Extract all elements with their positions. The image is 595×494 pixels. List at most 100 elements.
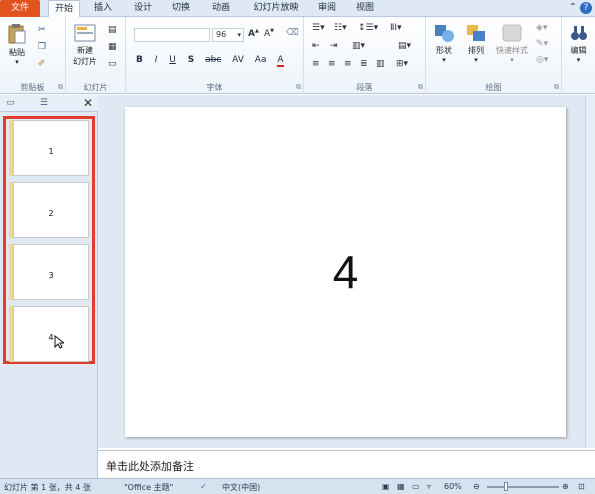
zoom-slider-thumb[interactable] bbox=[504, 482, 508, 491]
bold-button[interactable]: B bbox=[136, 55, 143, 65]
slide-thumbnail-4[interactable]: 4 bbox=[13, 306, 89, 362]
shadow-button[interactable]: S bbox=[188, 55, 194, 65]
zoom-level[interactable]: 60% bbox=[444, 482, 462, 491]
slide-thumbnail-1[interactable]: 1 bbox=[13, 120, 89, 176]
arrange-label: 排列 bbox=[468, 46, 484, 55]
shapes-button[interactable]: 形状 ▾ bbox=[430, 23, 458, 64]
quick-styles-dropdown-icon[interactable]: ▾ bbox=[492, 56, 532, 64]
minimize-ribbon-icon[interactable]: ⌃ bbox=[569, 2, 577, 13]
vertical-scrollbar[interactable] bbox=[585, 95, 595, 448]
current-slide[interactable]: 4 bbox=[125, 107, 566, 437]
new-slide-label-line2: 幻灯片 bbox=[73, 57, 97, 66]
language-status[interactable]: 中文(中国) bbox=[222, 482, 260, 493]
tab-view[interactable]: 视图 bbox=[350, 0, 380, 17]
clipboard-launcher-icon[interactable]: ⧉ bbox=[58, 83, 63, 92]
shapes-icon bbox=[435, 25, 454, 42]
justify-icon[interactable]: ≣ bbox=[360, 59, 368, 69]
tab-design[interactable]: 设计 bbox=[128, 0, 158, 17]
tab-review[interactable]: 审阅 bbox=[312, 0, 342, 17]
notes-pane[interactable]: 单击此处添加备注 bbox=[98, 450, 595, 478]
zoom-slider-track[interactable] bbox=[487, 486, 559, 488]
distribute-icon[interactable]: ▥ bbox=[376, 59, 385, 69]
editing-button[interactable]: 编辑 ▾ bbox=[564, 23, 593, 64]
slide-content-text[interactable]: 4 bbox=[125, 245, 566, 299]
format-painter-icon[interactable]: ✐ bbox=[38, 59, 46, 69]
shapes-dropdown-icon[interactable]: ▾ bbox=[430, 56, 458, 64]
align-right-icon[interactable]: ≡ bbox=[344, 59, 352, 69]
strikethrough-button[interactable]: abc bbox=[205, 55, 221, 65]
paste-dropdown-icon[interactable]: ▾ bbox=[4, 58, 30, 66]
shrink-font-icon[interactable]: A▼ bbox=[264, 28, 274, 39]
tab-file[interactable]: 文件 bbox=[0, 0, 40, 17]
mouse-cursor-icon bbox=[54, 335, 64, 349]
char-spacing-button[interactable]: AV bbox=[232, 55, 244, 65]
align-text-icon[interactable]: ▤▾ bbox=[398, 41, 411, 51]
pane-close-icon[interactable]: ✕ bbox=[83, 96, 93, 110]
font-size-value: 96 bbox=[216, 30, 227, 39]
smartart-icon[interactable]: ⊞▾ bbox=[396, 59, 408, 69]
new-slide-button[interactable]: 新建 幻灯片 bbox=[68, 23, 102, 67]
shape-fill-icon[interactable]: ◈▾ bbox=[536, 23, 547, 33]
slide-workspace: 4 bbox=[98, 95, 595, 448]
quick-styles-button[interactable]: 快速样式 ▾ bbox=[492, 23, 532, 64]
copy-icon[interactable]: ❐ bbox=[38, 42, 46, 52]
section-icon[interactable]: ▭ bbox=[108, 59, 117, 69]
clipboard-group-label: 剪贴板 bbox=[20, 83, 45, 92]
ribbon-tab-bar: 文件 开始 插入 设计 切换 动画 幻灯片放映 审阅 视图 ⌃ ? bbox=[0, 0, 595, 18]
tab-slideshow[interactable]: 幻灯片放映 bbox=[246, 0, 306, 17]
clear-format-icon[interactable]: ⌫ bbox=[286, 28, 299, 38]
arrange-button[interactable]: 排列 ▾ bbox=[462, 23, 490, 64]
thumbnail-number: 3 bbox=[48, 271, 54, 280]
change-case-button[interactable]: Aa bbox=[255, 55, 267, 65]
font-color-button[interactable]: A bbox=[277, 55, 284, 67]
tab-animations[interactable]: 动画 bbox=[205, 0, 237, 17]
tab-insert[interactable]: 插入 bbox=[88, 0, 118, 17]
binoculars-icon bbox=[570, 26, 587, 40]
underline-button[interactable]: U bbox=[169, 55, 176, 65]
normal-view-icon[interactable]: ▣ bbox=[382, 482, 390, 491]
paste-button[interactable]: 粘贴 ▾ bbox=[4, 23, 30, 66]
slide-thumbnail-3[interactable]: 3 bbox=[13, 244, 89, 300]
align-left-icon[interactable]: ≡ bbox=[312, 59, 320, 69]
fit-to-window-icon[interactable]: ⊡ bbox=[578, 482, 585, 491]
line-spacing-icon[interactable]: ↕☰▾ bbox=[358, 23, 378, 33]
theme-status[interactable]: "Office 主题" bbox=[124, 482, 173, 493]
tab-transitions[interactable]: 切换 bbox=[166, 0, 196, 17]
outline-tab-icon[interactable]: ☰ bbox=[40, 98, 48, 108]
bullets-icon[interactable]: ☰▾ bbox=[312, 23, 325, 33]
slides-tab-icon[interactable]: ▭ bbox=[6, 98, 15, 108]
slides-group-label: 幻灯片 bbox=[83, 83, 108, 92]
decrease-indent-icon[interactable]: ⇤ bbox=[312, 41, 320, 51]
columns-icon[interactable]: ▥▾ bbox=[352, 41, 365, 51]
editing-dropdown-icon[interactable]: ▾ bbox=[564, 56, 593, 64]
tab-home[interactable]: 开始 bbox=[48, 0, 80, 18]
arrange-dropdown-icon[interactable]: ▾ bbox=[462, 56, 490, 64]
italic-button[interactable]: I bbox=[155, 55, 158, 65]
align-center-icon[interactable]: ≡ bbox=[328, 59, 336, 69]
grow-font-icon[interactable]: A▲ bbox=[248, 28, 259, 39]
reading-view-icon[interactable]: ▭ bbox=[412, 482, 420, 491]
font-launcher-icon[interactable]: ⧉ bbox=[296, 83, 301, 92]
zoom-in-icon[interactable]: ⊕ bbox=[562, 482, 569, 491]
paragraph-launcher-icon[interactable]: ⧉ bbox=[418, 83, 423, 92]
shape-outline-icon[interactable]: ✎▾ bbox=[536, 39, 548, 49]
layout-icon[interactable]: ▤ bbox=[108, 25, 117, 35]
drawing-launcher-icon[interactable]: ⧉ bbox=[554, 83, 559, 92]
reset-icon[interactable]: ▦ bbox=[108, 42, 117, 52]
shape-effects-icon[interactable]: ◎▾ bbox=[536, 55, 548, 65]
numbering-icon[interactable]: ☷▾ bbox=[334, 23, 347, 33]
text-direction-icon[interactable]: ⅡⅠ▾ bbox=[390, 23, 402, 33]
font-size-dropdown-icon[interactable]: ▾ bbox=[237, 29, 241, 41]
slide-sorter-icon[interactable]: ▦ bbox=[397, 482, 405, 491]
new-slide-label-line1: 新建 bbox=[77, 46, 93, 55]
slide-thumbnail-2[interactable]: 2 bbox=[13, 182, 89, 238]
cut-icon[interactable]: ✂ bbox=[38, 25, 46, 35]
zoom-out-icon[interactable]: ⊖ bbox=[473, 482, 480, 491]
font-name-combo[interactable] bbox=[134, 28, 210, 42]
help-icon[interactable]: ? bbox=[580, 2, 592, 14]
slideshow-view-icon[interactable]: ▿ bbox=[427, 482, 431, 491]
font-size-combo[interactable]: 96 ▾ bbox=[212, 28, 244, 42]
notes-placeholder[interactable]: 单击此处添加备注 bbox=[106, 458, 194, 474]
increase-indent-icon[interactable]: ⇥ bbox=[330, 41, 338, 51]
spellcheck-icon[interactable]: ✓ bbox=[200, 482, 207, 491]
